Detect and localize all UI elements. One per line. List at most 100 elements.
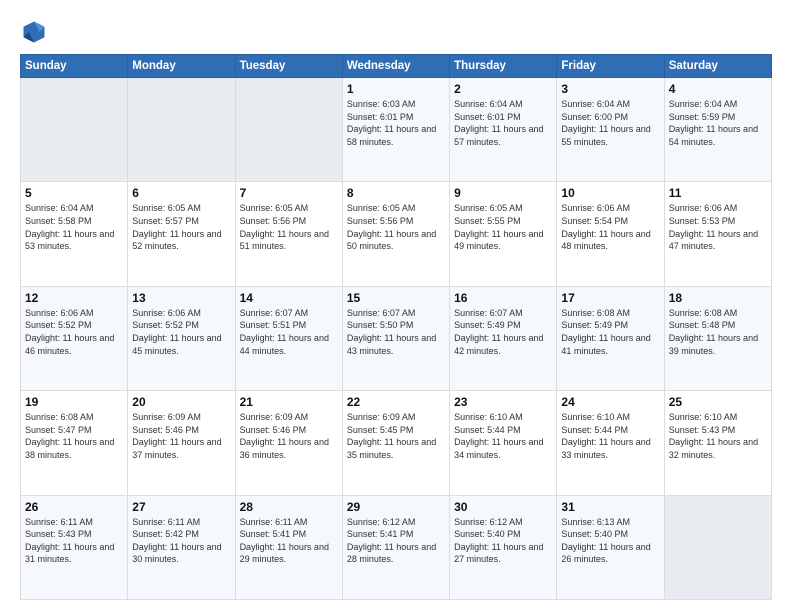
weekday-header-wednesday: Wednesday [342, 55, 449, 78]
day-number: 24 [561, 395, 659, 409]
day-number: 21 [240, 395, 338, 409]
calendar-table: SundayMondayTuesdayWednesdayThursdayFrid… [20, 54, 772, 600]
calendar-cell [235, 78, 342, 182]
day-info: Sunrise: 6:10 AMSunset: 5:43 PMDaylight:… [669, 411, 767, 461]
calendar-cell: 1 Sunrise: 6:03 AMSunset: 6:01 PMDaylight… [342, 78, 449, 182]
day-info: Sunrise: 6:05 AMSunset: 5:56 PMDaylight:… [347, 202, 445, 252]
day-number: 30 [454, 500, 552, 514]
day-number: 20 [132, 395, 230, 409]
calendar-cell: 7 Sunrise: 6:05 AMSunset: 5:56 PMDaylight… [235, 182, 342, 286]
day-number: 7 [240, 186, 338, 200]
day-number: 19 [25, 395, 123, 409]
day-info: Sunrise: 6:11 AMSunset: 5:42 PMDaylight:… [132, 516, 230, 566]
day-info: Sunrise: 6:09 AMSunset: 5:45 PMDaylight:… [347, 411, 445, 461]
day-number: 12 [25, 291, 123, 305]
week-row-1: 1 Sunrise: 6:03 AMSunset: 6:01 PMDaylight… [21, 78, 772, 182]
calendar-cell: 5 Sunrise: 6:04 AMSunset: 5:58 PMDaylight… [21, 182, 128, 286]
day-number: 1 [347, 82, 445, 96]
day-number: 22 [347, 395, 445, 409]
calendar-cell: 2 Sunrise: 6:04 AMSunset: 6:01 PMDaylight… [450, 78, 557, 182]
day-info: Sunrise: 6:08 AMSunset: 5:47 PMDaylight:… [25, 411, 123, 461]
day-info: Sunrise: 6:04 AMSunset: 5:58 PMDaylight:… [25, 202, 123, 252]
day-number: 14 [240, 291, 338, 305]
day-number: 2 [454, 82, 552, 96]
calendar-cell: 11 Sunrise: 6:06 AMSunset: 5:53 PMDayligh… [664, 182, 771, 286]
calendar-cell [128, 78, 235, 182]
day-info: Sunrise: 6:05 AMSunset: 5:57 PMDaylight:… [132, 202, 230, 252]
calendar-cell: 23Sunrise: 6:10 AMSunset: 5:44 PMDayligh… [450, 391, 557, 495]
day-info: Sunrise: 6:05 AMSunset: 5:55 PMDaylight:… [454, 202, 552, 252]
calendar-cell: 6 Sunrise: 6:05 AMSunset: 5:57 PMDaylight… [128, 182, 235, 286]
day-info: Sunrise: 6:04 AMSunset: 5:59 PMDaylight:… [669, 98, 767, 148]
day-info: Sunrise: 6:06 AMSunset: 5:53 PMDaylight:… [669, 202, 767, 252]
day-info: Sunrise: 6:06 AMSunset: 5:52 PMDaylight:… [132, 307, 230, 357]
weekday-header-friday: Friday [557, 55, 664, 78]
day-number: 28 [240, 500, 338, 514]
calendar-cell: 30 Sunrise: 6:12 AMSunset: 5:40 PMDayligh… [450, 495, 557, 599]
day-info: Sunrise: 6:07 AMSunset: 5:51 PMDaylight:… [240, 307, 338, 357]
page: SundayMondayTuesdayWednesdayThursdayFrid… [0, 0, 792, 612]
day-number: 18 [669, 291, 767, 305]
calendar-cell: 10Sunrise: 6:06 AMSunset: 5:54 PMDayligh… [557, 182, 664, 286]
calendar-cell: 29Sunrise: 6:12 AMSunset: 5:41 PMDayligh… [342, 495, 449, 599]
day-info: Sunrise: 6:07 AMSunset: 5:49 PMDaylight:… [454, 307, 552, 357]
day-number: 15 [347, 291, 445, 305]
calendar-cell: 25 Sunrise: 6:10 AMSunset: 5:43 PMDayligh… [664, 391, 771, 495]
day-info: Sunrise: 6:04 AMSunset: 6:00 PMDaylight:… [561, 98, 659, 148]
day-info: Sunrise: 6:03 AMSunset: 6:01 PMDaylight:… [347, 98, 445, 148]
day-number: 16 [454, 291, 552, 305]
day-info: Sunrise: 6:10 AMSunset: 5:44 PMDaylight:… [561, 411, 659, 461]
calendar-cell: 22 Sunrise: 6:09 AMSunset: 5:45 PMDayligh… [342, 391, 449, 495]
day-info: Sunrise: 6:11 AMSunset: 5:43 PMDaylight:… [25, 516, 123, 566]
day-number: 6 [132, 186, 230, 200]
calendar-cell: 24 Sunrise: 6:10 AMSunset: 5:44 PMDayligh… [557, 391, 664, 495]
week-row-5: 26 Sunrise: 6:11 AMSunset: 5:43 PMDayligh… [21, 495, 772, 599]
day-info: Sunrise: 6:09 AMSunset: 5:46 PMDaylight:… [132, 411, 230, 461]
calendar-cell: 15 Sunrise: 6:07 AMSunset: 5:50 PMDayligh… [342, 286, 449, 390]
day-number: 13 [132, 291, 230, 305]
calendar-cell [21, 78, 128, 182]
calendar-cell: 14 Sunrise: 6:07 AMSunset: 5:51 PMDayligh… [235, 286, 342, 390]
weekday-header-thursday: Thursday [450, 55, 557, 78]
calendar-cell: 3Sunrise: 6:04 AMSunset: 6:00 PMDaylight… [557, 78, 664, 182]
day-number: 26 [25, 500, 123, 514]
calendar-cell: 4 Sunrise: 6:04 AMSunset: 5:59 PMDaylight… [664, 78, 771, 182]
day-info: Sunrise: 6:08 AMSunset: 5:49 PMDaylight:… [561, 307, 659, 357]
week-row-2: 5 Sunrise: 6:04 AMSunset: 5:58 PMDaylight… [21, 182, 772, 286]
calendar-cell: 28 Sunrise: 6:11 AMSunset: 5:41 PMDayligh… [235, 495, 342, 599]
day-info: Sunrise: 6:12 AMSunset: 5:40 PMDaylight:… [454, 516, 552, 566]
day-number: 25 [669, 395, 767, 409]
week-row-3: 12 Sunrise: 6:06 AMSunset: 5:52 PMDayligh… [21, 286, 772, 390]
day-info: Sunrise: 6:04 AMSunset: 6:01 PMDaylight:… [454, 98, 552, 148]
weekday-header-saturday: Saturday [664, 55, 771, 78]
calendar-cell: 20 Sunrise: 6:09 AMSunset: 5:46 PMDayligh… [128, 391, 235, 495]
week-row-4: 19 Sunrise: 6:08 AMSunset: 5:47 PMDayligh… [21, 391, 772, 495]
calendar-cell: 18 Sunrise: 6:08 AMSunset: 5:48 PMDayligh… [664, 286, 771, 390]
day-info: Sunrise: 6:11 AMSunset: 5:41 PMDaylight:… [240, 516, 338, 566]
logo-icon [20, 18, 48, 46]
day-number: 11 [669, 186, 767, 200]
calendar-cell: 19 Sunrise: 6:08 AMSunset: 5:47 PMDayligh… [21, 391, 128, 495]
day-info: Sunrise: 6:07 AMSunset: 5:50 PMDaylight:… [347, 307, 445, 357]
calendar-cell: 13 Sunrise: 6:06 AMSunset: 5:52 PMDayligh… [128, 286, 235, 390]
calendar-cell: 8 Sunrise: 6:05 AMSunset: 5:56 PMDaylight… [342, 182, 449, 286]
day-number: 4 [669, 82, 767, 96]
calendar-cell: 12Sunrise: 6:06 AMSunset: 5:52 PMDayligh… [21, 286, 128, 390]
day-info: Sunrise: 6:09 AMSunset: 5:46 PMDaylight:… [240, 411, 338, 461]
day-number: 8 [347, 186, 445, 200]
day-info: Sunrise: 6:13 AMSunset: 5:40 PMDaylight:… [561, 516, 659, 566]
weekday-header-row: SundayMondayTuesdayWednesdayThursdayFrid… [21, 55, 772, 78]
calendar-cell: 17 Sunrise: 6:08 AMSunset: 5:49 PMDayligh… [557, 286, 664, 390]
day-number: 5 [25, 186, 123, 200]
day-number: 17 [561, 291, 659, 305]
day-number: 23 [454, 395, 552, 409]
weekday-header-monday: Monday [128, 55, 235, 78]
logo [20, 18, 52, 46]
day-number: 10 [561, 186, 659, 200]
calendar-cell: 27Sunrise: 6:11 AMSunset: 5:42 PMDayligh… [128, 495, 235, 599]
day-info: Sunrise: 6:08 AMSunset: 5:48 PMDaylight:… [669, 307, 767, 357]
day-info: Sunrise: 6:05 AMSunset: 5:56 PMDaylight:… [240, 202, 338, 252]
calendar-cell: 31Sunrise: 6:13 AMSunset: 5:40 PMDayligh… [557, 495, 664, 599]
header [20, 18, 772, 46]
calendar-cell: 9Sunrise: 6:05 AMSunset: 5:55 PMDaylight… [450, 182, 557, 286]
